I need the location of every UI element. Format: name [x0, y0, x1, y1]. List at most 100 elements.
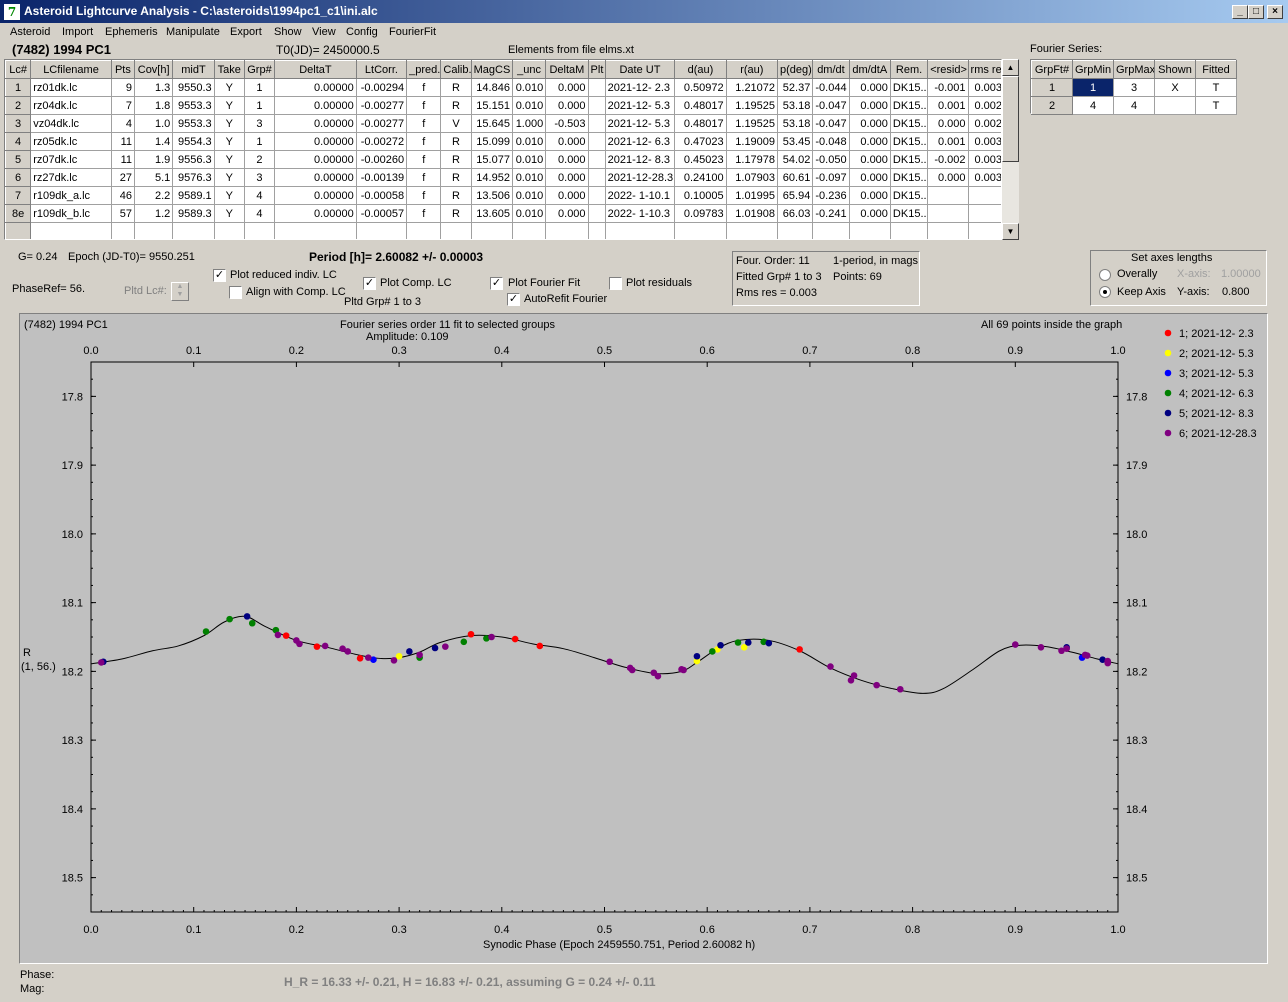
legend-label: 4; 2021-12- 6.3	[1179, 388, 1254, 400]
data-point	[827, 663, 834, 670]
data-point	[873, 681, 880, 689]
y-tick-label-right: 18.2	[1126, 666, 1147, 678]
y-tick-label-left: 17.8	[62, 391, 83, 403]
plot-amplitude: Amplitude: 0.109	[366, 331, 449, 343]
data-point	[390, 657, 398, 664]
y-tick-label-right: 18.4	[1126, 804, 1147, 816]
x-tick-label-top: 0.8	[905, 345, 920, 357]
legend-marker	[1164, 429, 1172, 437]
data-point	[248, 619, 256, 627]
data-point	[734, 639, 742, 646]
legend-label: 1; 2021-12- 2.3	[1179, 328, 1254, 340]
x-tick-label-top: 0.0	[83, 345, 98, 357]
x-tick-label-bottom: 0.8	[905, 924, 920, 936]
phase-readout: Phase:	[20, 969, 55, 981]
legend-label: 5; 2021-12- 8.3	[1179, 408, 1254, 420]
data-point	[416, 651, 423, 659]
data-point	[282, 632, 290, 639]
data-point	[243, 613, 251, 620]
x-tick-label-top: 1.0	[1110, 345, 1125, 357]
x-tick-label-top: 0.4	[494, 345, 509, 357]
x-tick-label-bottom: 0.5	[597, 924, 612, 936]
data-point	[896, 685, 904, 693]
data-point	[296, 640, 303, 648]
data-point	[628, 666, 636, 674]
lightcurve-chart[interactable]: 0.0 0.0 0.1 0.1 0.2 0.2 0.3 0.3 0.4 0.4 0.5 0.5 0.6 0…	[0, 0, 1288, 1002]
legend-marker	[1164, 349, 1172, 357]
x-tick-label-bottom: 0.4	[494, 924, 509, 936]
x-tick-label-top: 0.5	[597, 345, 612, 357]
data-point	[654, 672, 662, 680]
data-point	[511, 635, 519, 643]
x-axis-title: Synodic Phase (Epoch 2459550.751, Period…	[483, 939, 756, 951]
data-point	[274, 631, 282, 639]
data-point	[313, 643, 321, 650]
data-point	[1063, 645, 1070, 652]
data-point	[467, 630, 475, 638]
data-point	[1083, 652, 1091, 659]
x-tick-label-top: 0.3	[391, 345, 406, 357]
data-point	[356, 655, 364, 662]
y-tick-label-right: 18.1	[1126, 598, 1147, 610]
x-tick-label-bottom: 0.3	[391, 924, 406, 936]
x-tick-label-bottom: 0.2	[289, 924, 304, 936]
x-tick-label-top: 0.1	[186, 345, 201, 357]
plot-fit-title: Fourier series order 11 fit to selected …	[340, 319, 556, 331]
data-point	[460, 638, 468, 646]
y-axis-title: R	[23, 647, 31, 659]
x-tick-label-bottom: 1.0	[1110, 924, 1125, 936]
y-tick-label-right: 18.5	[1126, 873, 1147, 885]
x-tick-label-bottom: 0.1	[186, 924, 201, 936]
y-tick-label-left: 18.2	[62, 666, 83, 678]
y-tick-label-left: 18.5	[62, 873, 83, 885]
data-point	[744, 639, 752, 646]
data-point	[226, 615, 233, 623]
plot-area	[90, 361, 1119, 913]
data-point	[709, 648, 716, 655]
plot-points-inside: All 69 points inside the graph	[981, 319, 1123, 331]
legend-label: 2; 2021-12- 5.3	[1179, 348, 1254, 360]
x-tick-label-top: 0.2	[289, 345, 304, 357]
h-magnitude: H_R = 16.33 +/- 0.21, H = 16.83 +/- 0.21…	[284, 975, 656, 989]
data-point	[488, 633, 495, 641]
data-point	[536, 642, 544, 650]
x-tick-label-top: 0.7	[802, 345, 817, 357]
x-tick-label-bottom: 0.7	[802, 924, 817, 936]
data-point	[321, 642, 329, 650]
data-point	[1037, 644, 1045, 651]
data-point	[765, 639, 773, 647]
x-tick-label-top: 0.9	[1008, 345, 1023, 357]
y-axis-subtitle: (1, 56.)	[21, 661, 56, 673]
y-tick-label-right: 18.0	[1126, 529, 1147, 541]
data-point	[850, 672, 858, 679]
x-tick-label-top: 0.6	[700, 345, 715, 357]
y-tick-label-left: 17.9	[62, 460, 83, 472]
plot-object-name: (7482) 1994 PC1	[24, 319, 108, 331]
data-point	[796, 646, 803, 653]
data-point	[395, 652, 403, 660]
legend-marker	[1164, 369, 1172, 377]
y-tick-label-left: 18.3	[62, 735, 83, 747]
data-point	[1104, 657, 1112, 665]
y-tick-label-left: 18.4	[62, 804, 83, 816]
x-tick-label-bottom: 0.9	[1008, 924, 1023, 936]
data-point	[1012, 641, 1019, 648]
data-point	[693, 652, 701, 660]
legend-label: 3; 2021-12- 5.3	[1179, 368, 1254, 380]
legend-label: 6; 2021-12-28.3	[1179, 428, 1257, 440]
legend-marker	[1164, 409, 1172, 417]
data-point	[344, 648, 352, 655]
legend-marker	[1164, 329, 1172, 337]
data-point	[717, 641, 724, 649]
y-tick-label-right: 17.8	[1126, 391, 1147, 403]
y-tick-label-left: 18.1	[62, 598, 83, 610]
data-point	[364, 654, 372, 661]
x-tick-label-bottom: 0.0	[83, 924, 98, 936]
y-tick-label-right: 17.9	[1126, 460, 1147, 472]
data-point	[431, 644, 439, 652]
y-tick-label-right: 18.3	[1126, 735, 1147, 747]
mag-readout: Mag:	[20, 983, 45, 995]
data-point	[202, 628, 210, 635]
x-tick-label-bottom: 0.6	[700, 924, 715, 936]
data-point	[680, 666, 687, 674]
